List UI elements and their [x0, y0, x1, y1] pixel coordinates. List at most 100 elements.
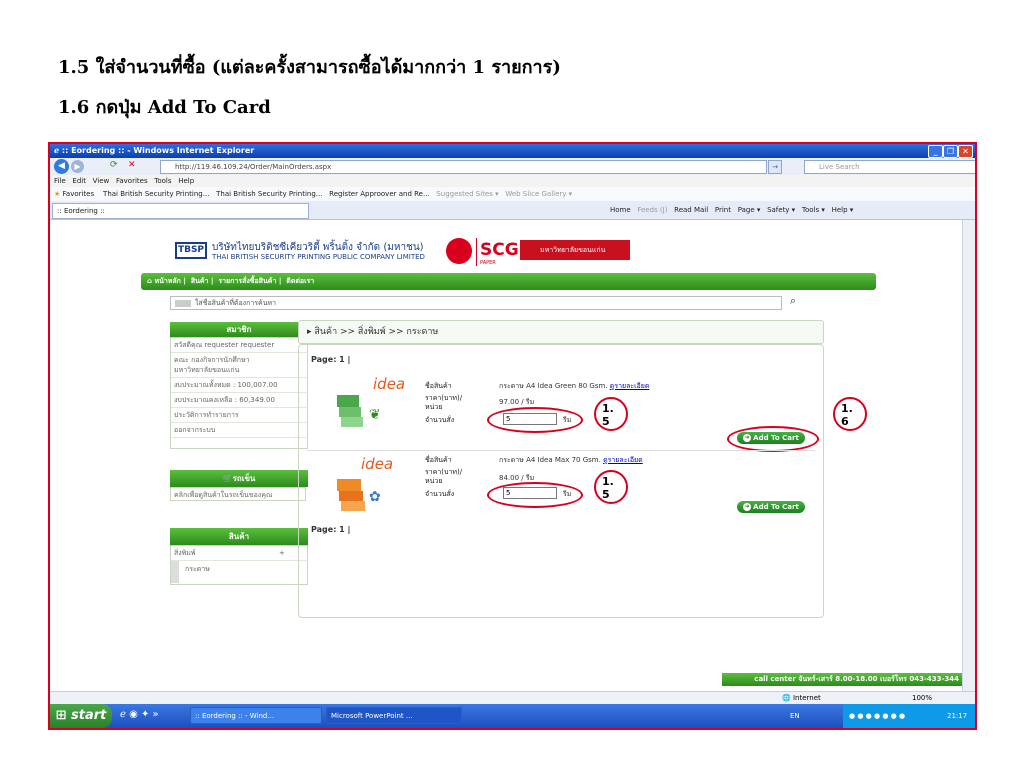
search-icon[interactable]: ⌕ — [790, 294, 796, 308]
step-1-5-heading: 1.5 ใส่จำนวนที่ซื้อ (แต่ละครั้งสามารถซื้… — [58, 57, 561, 78]
menu-tools[interactable]: Tools — [154, 177, 171, 185]
product-2-details-link[interactable]: ดูรายละเอียด — [603, 456, 643, 464]
fav-link-3[interactable]: Register Approover and Re... — [329, 190, 430, 198]
label-product-name-2: ชื่อสินค้า — [425, 456, 452, 464]
refresh-icon[interactable]: ⟳ — [110, 160, 122, 172]
nav-home[interactable]: หน้าหลัก — [154, 277, 180, 285]
product-divider — [307, 450, 815, 451]
fav-link-1[interactable]: Thai British Security Printing... — [103, 190, 209, 198]
category-printing[interactable]: สิ่งพิมพ์ + — [171, 546, 308, 561]
taskbar-ppt-window[interactable]: Microsoft PowerPoint ... — [326, 707, 462, 724]
print-button[interactable]: Print — [715, 206, 731, 214]
clock: 21:17 — [947, 712, 968, 720]
home-button[interactable]: Home — [610, 206, 631, 214]
read-mail-button[interactable]: Read Mail — [674, 206, 708, 214]
member-logout-link[interactable]: ออกจากระบบ — [171, 423, 308, 438]
nav-contact[interactable]: ติดต่อเรา — [286, 277, 314, 285]
tray-icons[interactable]: ● ● ● ● ● ● ● — [843, 712, 905, 720]
product-1-details-link[interactable]: ดูรายละเอียด — [610, 382, 650, 390]
taskbar-ie-window[interactable]: :: Eordering :: - Wind... — [190, 707, 322, 724]
live-search-field[interactable]: Live Search — [804, 160, 975, 174]
label-price-unit: หน่วย — [425, 403, 443, 411]
product-brand-1: idea — [373, 375, 406, 393]
globe-icon: 🌐 — [782, 694, 791, 702]
tab-title: :: Eordering :: — [57, 207, 105, 215]
start-button[interactable]: ⊞ start — [50, 704, 112, 728]
safety-menu[interactable]: Safety ▾ — [767, 206, 795, 214]
quick-launch-icons[interactable]: ℯ ◉ ✦ » — [120, 709, 159, 720]
member-greeting: สวัสดีคุณ requester requester — [171, 338, 308, 353]
menu-view[interactable]: View — [93, 177, 110, 185]
forward-icon[interactable]: ▶ — [71, 160, 84, 173]
stop-icon[interactable]: ✕ — [128, 160, 140, 172]
help-menu[interactable]: Help ▾ — [832, 206, 854, 214]
paper-ream-icon-4 — [337, 479, 361, 491]
product-2-name-text: กระดาษ A4 Idea Max 70 Gsm. — [499, 456, 601, 464]
kku-logo: มหาวิทยาลัยขอนแก่น — [520, 240, 630, 260]
url-field[interactable]: http://119.46.109.24/Order/MainOrders.as… — [160, 160, 767, 174]
url-text: http://119.46.109.24/Order/MainOrders.as… — [175, 163, 332, 171]
fav-link-2[interactable]: Thai British Security Printing... — [216, 190, 322, 198]
window-titlebar: ℯ :: Eordering :: - Windows Internet Exp… — [50, 144, 975, 158]
keyboard-icon — [175, 299, 191, 307]
arrow-right-icon: ➜ — [743, 503, 752, 511]
maximize-button[interactable]: ❐ — [943, 145, 958, 158]
status-bar: 🌐 Internet 100% — [50, 691, 975, 705]
product-brand-2: idea — [361, 455, 394, 473]
pagination-bottom[interactable]: Page: 1 | — [311, 525, 350, 534]
favorites-button[interactable]: Favorites — [63, 190, 95, 198]
cart-view-link[interactable]: คลิกเพื่อดูสินค้าในรถเข็นของคุณ — [170, 487, 306, 501]
product-2-add-label: Add To Cart — [753, 503, 799, 511]
cart-icon: 🛒 — [222, 474, 233, 483]
pagination-top[interactable]: Page: 1 | — [311, 355, 350, 364]
tbsp-logo: TBSP — [175, 242, 207, 259]
member-university: มหาวิทยาลัยขอนแก่น — [171, 363, 308, 378]
paper-ream-icon-5 — [339, 491, 363, 501]
tools-menu[interactable]: Tools ▾ — [802, 206, 825, 214]
command-bar: Home Feeds (J) Read Mail Print Page ▾ Sa… — [610, 201, 975, 219]
fav-link-4[interactable]: Suggested Sites ▾ — [436, 190, 498, 198]
tab-eordering[interactable]: :: Eordering :: — [52, 203, 309, 219]
menu-help[interactable]: Help — [178, 177, 194, 185]
label-quantity-2: จำนวนสั่ง — [425, 490, 455, 498]
paper-ream-icon — [337, 395, 359, 407]
subcategory-paper[interactable]: กระดาษ — [185, 564, 210, 575]
go-icon[interactable]: → — [768, 160, 782, 174]
language-indicator[interactable]: EN — [790, 704, 800, 728]
product-search-input[interactable]: ใส่ชื่อสินค้าที่ต้องการค้นหา — [170, 296, 782, 310]
nav-orders[interactable]: รายการสั่งซื้อสินค้า — [218, 277, 276, 285]
page-menu[interactable]: Page ▾ — [738, 206, 761, 214]
product-2-name: กระดาษ A4 Idea Max 70 Gsm. ดูรายละเอียด — [499, 455, 643, 466]
category-expand-icon[interactable]: + — [279, 546, 285, 560]
page-scrollbar[interactable] — [962, 220, 975, 691]
minimize-button[interactable]: _ — [928, 145, 943, 158]
callcenter-bar: call center จันทร์-เสาร์ 8.00-18.00 เบอร… — [722, 673, 962, 686]
back-icon[interactable]: ◀ — [54, 159, 69, 174]
feeds-button[interactable]: Feeds (J) — [637, 206, 667, 214]
scg-logo: SCG — [480, 240, 519, 260]
menu-bar: File Edit View Favorites Tools Help — [50, 175, 975, 187]
product-1-name: กระดาษ A4 Idea Green 80 Gsm. ดูรายละเอีย… — [499, 381, 649, 392]
status-zone-text: Internet — [792, 694, 821, 702]
menu-favorites[interactable]: Favorites — [116, 177, 148, 185]
product-image-2[interactable]: idea ✿ — [335, 453, 400, 513]
menu-file[interactable]: File — [50, 177, 66, 185]
close-button[interactable]: ✕ — [958, 145, 973, 158]
scg-sub: PAPER — [480, 260, 496, 266]
product-image-1[interactable]: idea ❦ — [335, 373, 405, 431]
flower-icon: ✿ — [369, 489, 381, 505]
member-history-link[interactable]: ประวัติการทำรายการ — [171, 408, 308, 423]
nav-products[interactable]: สินค้า — [191, 277, 209, 285]
category-panel: สิ่งพิมพ์ + กระดาษ — [170, 545, 308, 585]
menu-edit[interactable]: Edit — [72, 177, 86, 185]
fav-link-5[interactable]: Web Slice Gallery ▾ — [505, 190, 572, 198]
add-to-cart-highlight-ring — [727, 426, 819, 452]
label-price-unit-2: หน่วย — [425, 477, 443, 485]
product-2-add-to-cart-button[interactable]: ➜ Add To Cart — [737, 501, 805, 513]
member-panel: สวัสดีคุณ requester requester คณะ กองกิจ… — [170, 337, 308, 449]
scg-emblem-icon — [446, 238, 472, 264]
windows-logo-icon: ⊞ — [55, 708, 67, 723]
browser-screenshot: ℯ :: Eordering :: - Windows Internet Exp… — [48, 142, 977, 730]
taskbar: ⊞ start ℯ ◉ ✦ » :: Eordering :: - Wind..… — [50, 704, 975, 728]
paper-ream-icon-6 — [341, 501, 365, 511]
